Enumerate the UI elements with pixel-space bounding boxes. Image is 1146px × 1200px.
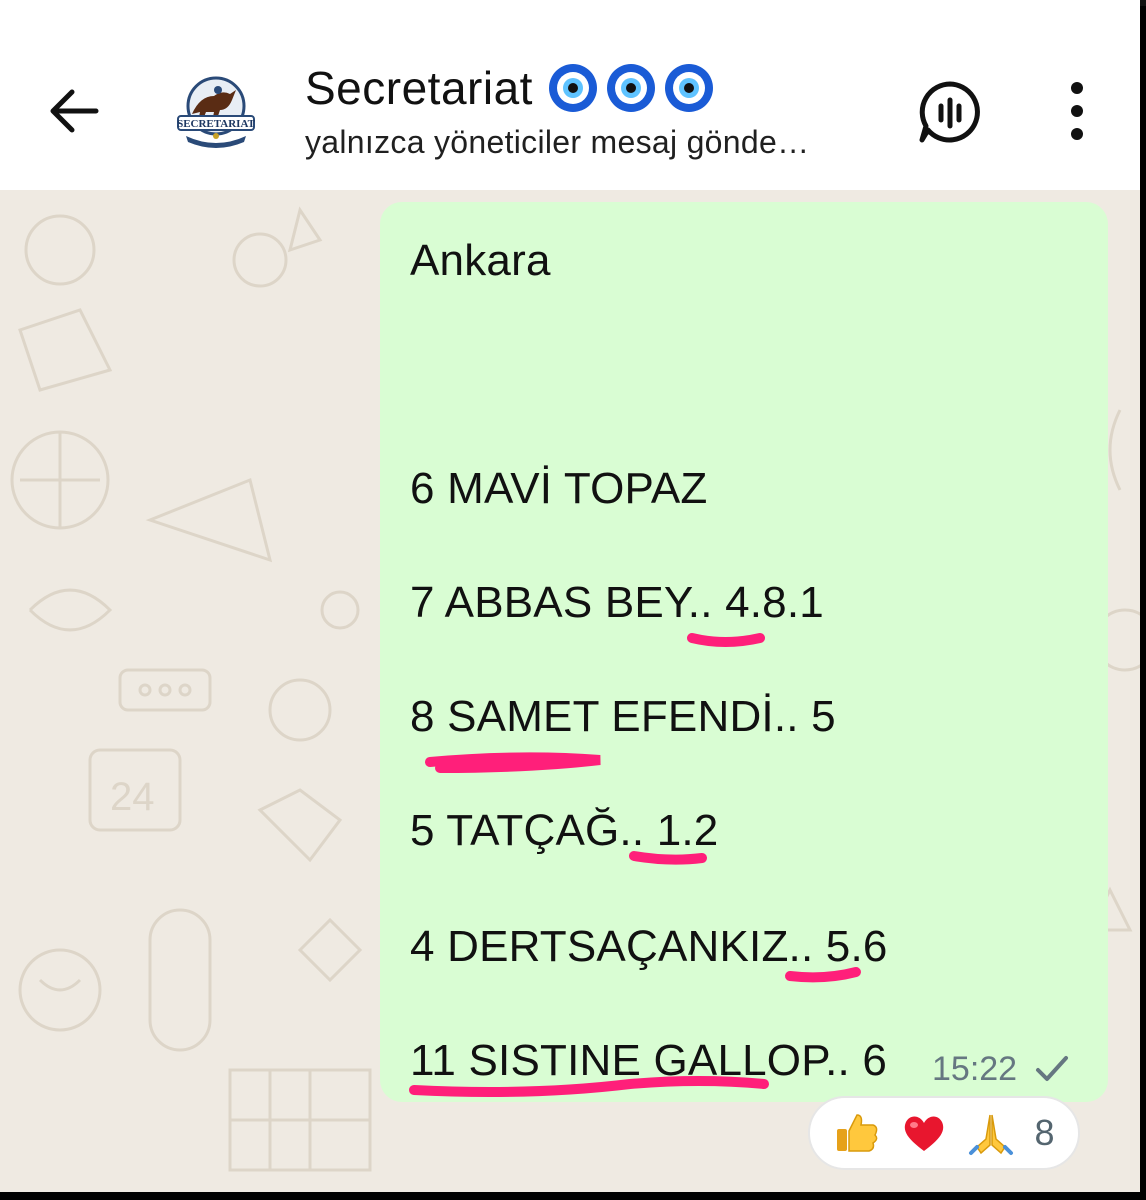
voice-chat-button[interactable] (912, 74, 988, 150)
highlight-underline (785, 967, 861, 983)
message-line: 8 SAMET EFENDİ.. 5 (410, 692, 836, 741)
more-options-button[interactable] (1055, 76, 1099, 146)
message-bubble[interactable]: Ankara 6 MAVİ TOPAZ 7 ABBAS BEY.. 4.8.1 … (380, 202, 1108, 1102)
message-line: 11 SISTINE GALLOP.. 6 (410, 1036, 888, 1085)
group-avatar[interactable]: SECRETARIAT (170, 66, 262, 158)
arrow-left-icon (50, 89, 99, 133)
reactions-pill[interactable]: 8 (808, 1096, 1080, 1170)
nazar-amulet-icon (664, 64, 713, 112)
whatsapp-chat-screen: SECRETARIAT Secretariat yalnızca yönetic… (0, 0, 1140, 1192)
svg-text:24: 24 (110, 775, 155, 819)
thumbs-up-icon (837, 1114, 878, 1152)
chat-header: SECRETARIAT Secretariat yalnızca yönetic… (0, 6, 1140, 190)
highlight-underline (687, 633, 765, 647)
folded-hands-icon (969, 1114, 1014, 1155)
reaction-count: 8 (1034, 1112, 1055, 1153)
red-heart-icon (905, 1116, 944, 1151)
more-vertical-icon (1071, 82, 1083, 140)
highlight-underline (425, 752, 601, 773)
single-check-icon (1036, 1056, 1068, 1081)
nazar-amulet-icon (548, 64, 597, 112)
chat-subtitle: yalnızca yöneticiler mesaj gönde… (305, 124, 810, 160)
message-time: 15:22 (932, 1050, 1018, 1088)
svg-text:SECRETARIAT: SECRETARIAT (177, 118, 255, 130)
chat-background: 24 Ankara 6 MAVİ TOPAZ 7 ABBAS BEY.. 4.8… (0, 190, 1140, 1192)
highlight-underline (629, 851, 707, 865)
voice-chat-icon (919, 81, 980, 143)
message-line: 6 MAVİ TOPAZ (410, 464, 708, 513)
secretariat-logo-image: SECRETARIAT (172, 68, 260, 156)
nazar-amulet-icon (606, 64, 655, 112)
message-line: 7 ABBAS BEY.. 4.8.1 (410, 578, 824, 627)
message-line: Ankara (410, 236, 551, 285)
message-line: 5 TATÇAĞ.. 1.2 (410, 806, 719, 855)
message-line: 4 DERTSAÇANKIZ.. 5.6 (410, 922, 888, 971)
back-button[interactable] (40, 76, 110, 146)
title-emojis (547, 62, 715, 114)
chat-title[interactable]: Secretariat (305, 61, 533, 115)
